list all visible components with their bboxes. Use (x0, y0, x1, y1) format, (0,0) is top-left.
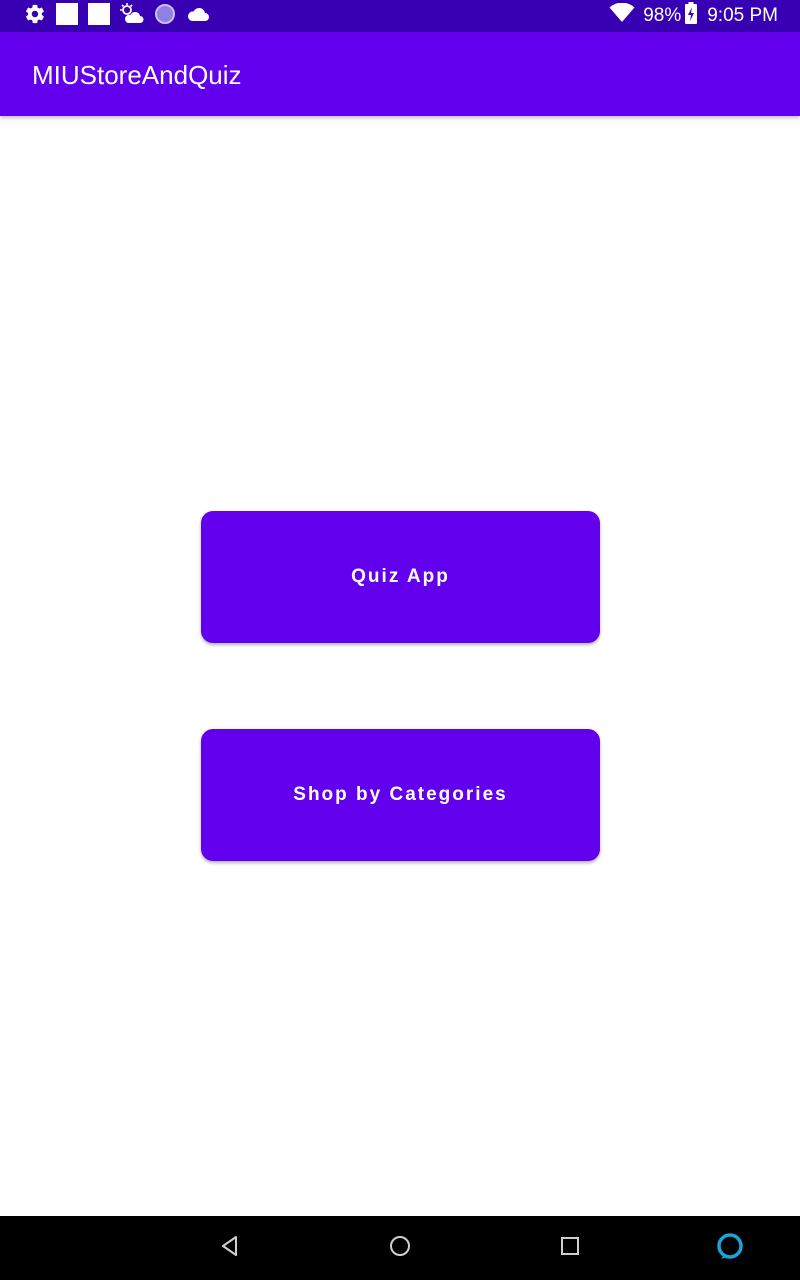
quiz-app-button-label: Quiz App (351, 566, 450, 587)
circle-app-icon (154, 3, 176, 30)
battery-percent: 98% (643, 5, 682, 26)
assistant-icon (715, 1231, 745, 1266)
cloud-icon (186, 5, 210, 28)
shop-by-categories-button-label: Shop by Categories (293, 784, 508, 805)
recents-icon (560, 1236, 580, 1261)
assistant-button[interactable] (698, 1216, 762, 1280)
app-bar: MIUStoreAndQuiz (0, 32, 800, 116)
status-bar-notifications (24, 2, 220, 30)
navigation-bar (0, 1216, 800, 1280)
shop-by-categories-button[interactable]: Shop by Categories (201, 729, 600, 861)
app-title: MIUStoreAndQuiz (32, 60, 242, 90)
home-button[interactable] (368, 1216, 432, 1280)
wifi-icon (609, 2, 635, 29)
status-time: 9:05 PM (707, 5, 778, 26)
status-bar-system: 98% 9:05 PM (609, 0, 778, 32)
notification-square-icon (88, 2, 110, 30)
notification-square-icon (56, 2, 78, 30)
back-button[interactable] (198, 1216, 262, 1280)
weather-icon (120, 2, 144, 30)
back-icon (219, 1235, 241, 1262)
recents-button[interactable] (538, 1216, 602, 1280)
home-icon (388, 1234, 412, 1263)
quiz-app-button[interactable]: Quiz App (201, 511, 600, 643)
status-bar: 98% 9:05 PM (0, 0, 800, 32)
settings-icon (24, 3, 46, 30)
battery-charging-icon (685, 2, 698, 30)
